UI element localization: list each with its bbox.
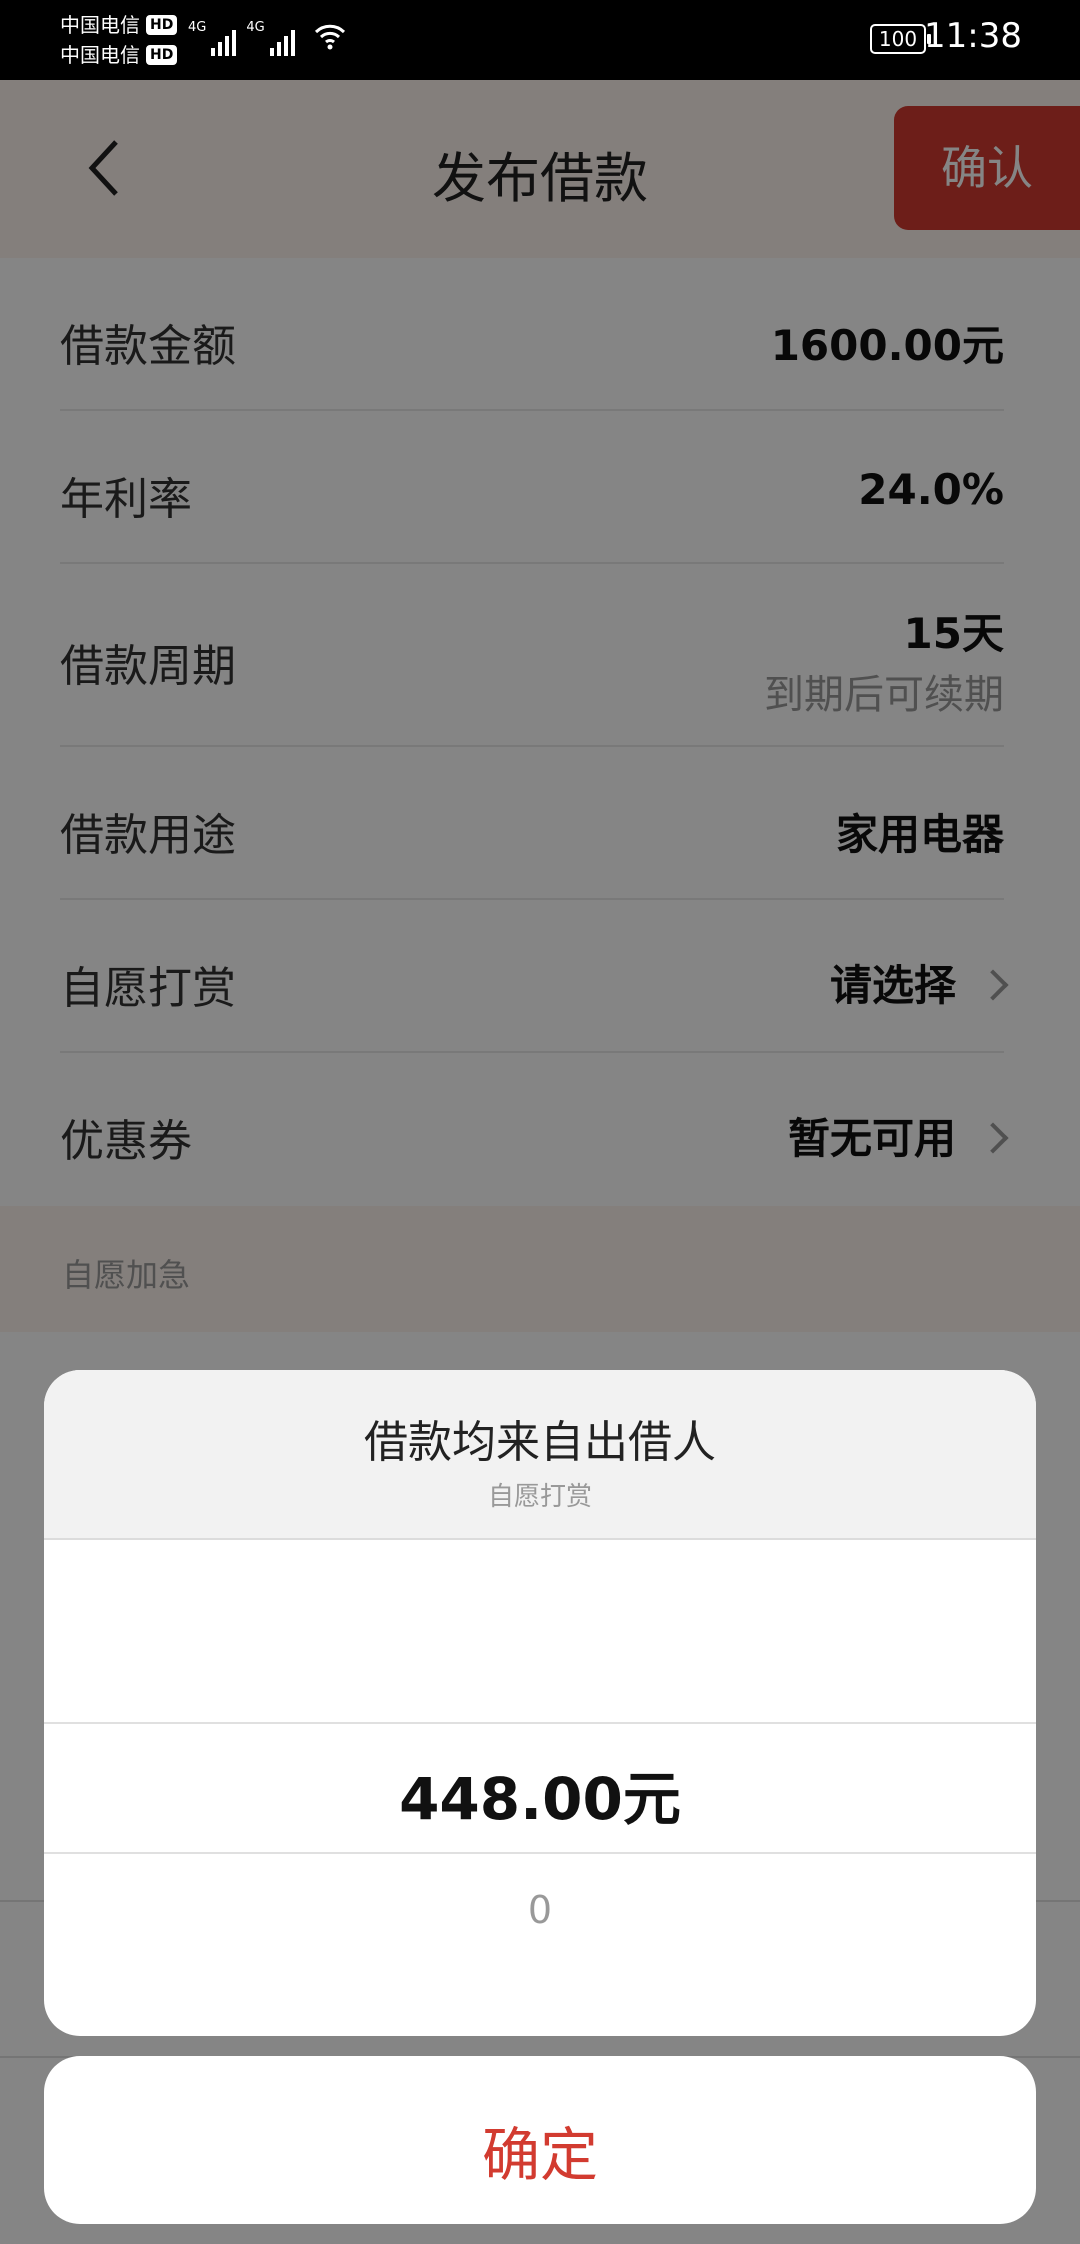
picker-title: 借款均来自出借人 — [364, 1417, 716, 1468]
battery-icon: 100 — [870, 24, 931, 54]
cell-signal-icon: 4G — [188, 20, 237, 56]
clock: 11:38 — [924, 16, 1022, 56]
hd-badge: HD — [146, 15, 178, 35]
picker-option-selected[interactable]: 448.00元 — [44, 1752, 1036, 1836]
cell-signal-icon: 4G — [246, 20, 295, 56]
signal-indicators: 4G 4G — [188, 20, 295, 56]
hd-badge: HD — [146, 45, 178, 65]
carrier-info: 中国电信 HD 中国电信 HD — [60, 10, 178, 70]
picker-option[interactable]: 0 — [44, 1888, 1036, 1932]
picker-highlight-bottom — [44, 1852, 1036, 1854]
wifi-icon — [314, 24, 346, 50]
carrier-name: 中国电信 — [60, 43, 140, 67]
ok-button[interactable]: 确定 — [44, 2056, 1036, 2224]
picker-highlight-top — [44, 1722, 1036, 1724]
tip-picker-dialog: 借款均来自出借人 自愿打赏 448.00元 0 — [44, 1370, 1036, 2036]
ok-label: 确定 — [481, 2121, 598, 2189]
screen: 中国电信 HD 中国电信 HD 4G 4G 100 11:38 发布借款 确认 … — [0, 0, 1080, 2244]
picker-subtitle: 自愿打赏 — [487, 1482, 592, 1512]
carrier-name: 中国电信 — [60, 13, 140, 37]
status-bar: 中国电信 HD 中国电信 HD 4G 4G 100 11:38 — [0, 0, 1080, 80]
picker-header: 借款均来自出借人 自愿打赏 — [44, 1370, 1036, 1540]
